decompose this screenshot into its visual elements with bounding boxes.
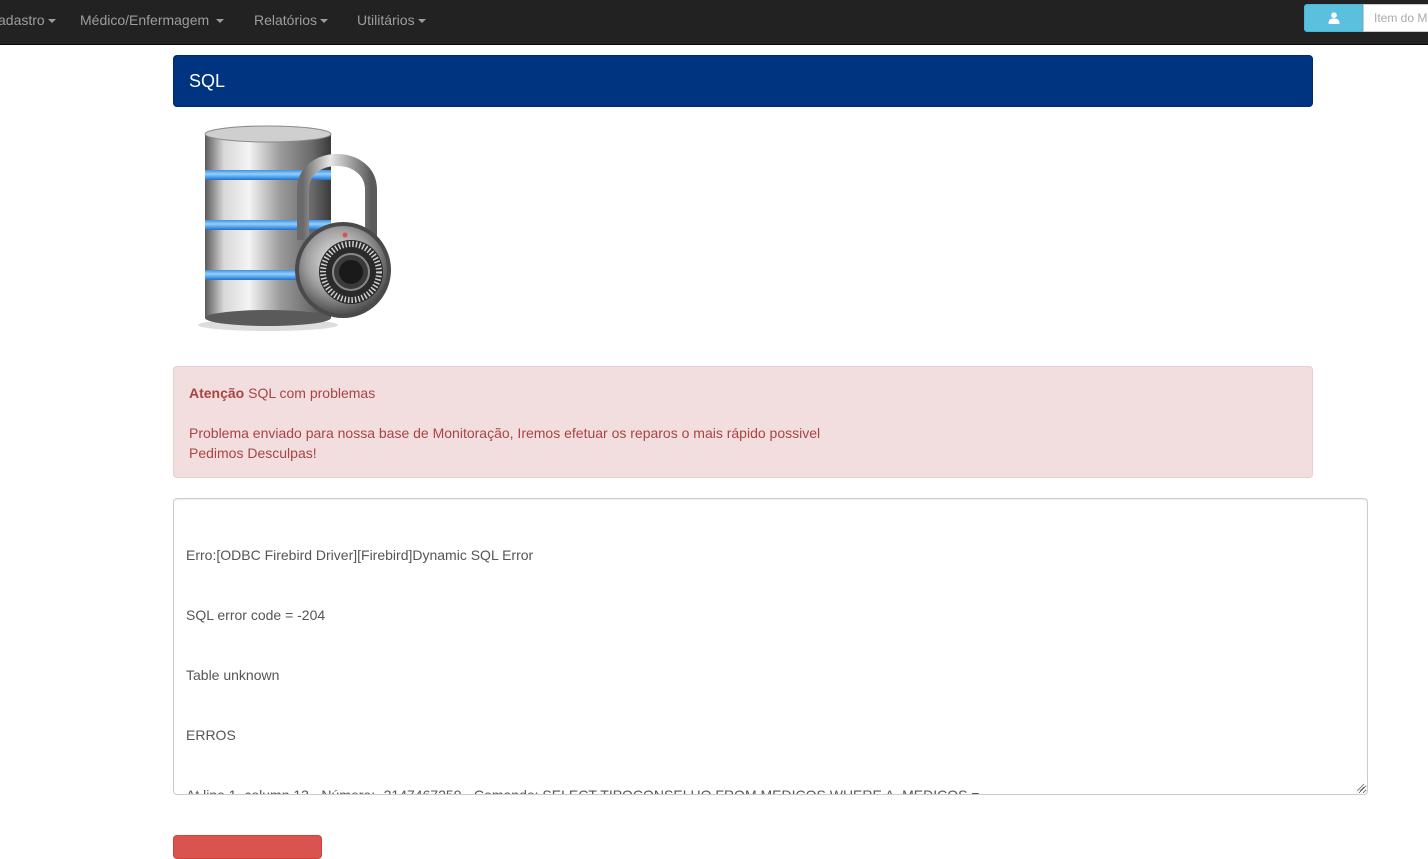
user-button[interactable] [1304,4,1363,32]
top-navbar: adastro Médico/Enfermagem Relatórios Uti… [0,0,1428,45]
alert-headline-text: SQL com problemas [244,385,376,401]
error-details-textarea[interactable]: Erro:[ODBC Firebird Driver][Firebird]Dyn… [173,498,1368,795]
nav-menu-cadastro[interactable]: adastro [0,0,56,40]
search-input[interactable] [1363,4,1428,32]
caret-down-icon [216,19,225,24]
error-line: ERROS [186,727,236,743]
alert-message-line-2: Pedimos Desculpas! [189,445,317,461]
caret-down-icon [47,19,56,24]
nav-menu-medico-enfermagem[interactable]: Médico/Enfermagem [80,0,225,40]
error-line: At line 1, column 13 - Número: -21474672… [186,787,980,795]
danger-button[interactable] [173,835,322,859]
error-alert: Atenção SQL com problemas Problema envia… [173,366,1313,478]
error-line: Erro:[ODBC Firebird Driver][Firebird]Dyn… [186,547,534,563]
nav-menu-relatorios-label: Relatórios [254,12,318,28]
alert-headline: Atenção SQL com problemas [189,383,1297,403]
page-title-panel: SQL [173,55,1313,107]
resize-handle-icon[interactable] [1356,783,1365,792]
caret-down-icon [320,19,329,24]
nav-menu-utilitarios-label: Utilitários [357,12,415,28]
caret-down-icon [417,19,426,24]
database-lock-icon [198,125,391,331]
error-line: Table unknown [186,667,280,683]
user-icon [1328,12,1340,24]
nav-menu-relatorios[interactable]: Relatórios [254,0,329,40]
error-line: SQL error code = -204 [186,607,326,623]
alert-message-line-1: Problema enviado para nossa base de Moni… [189,425,821,441]
nav-menu-medico-enfermagem-label: Médico/Enfermagem [80,12,210,28]
alert-strong-label: Atenção [189,385,245,401]
nav-menu-cadastro-label: adastro [0,12,45,28]
nav-menu-utilitarios[interactable]: Utilitários [357,0,426,40]
page-title: SQL [189,71,226,91]
